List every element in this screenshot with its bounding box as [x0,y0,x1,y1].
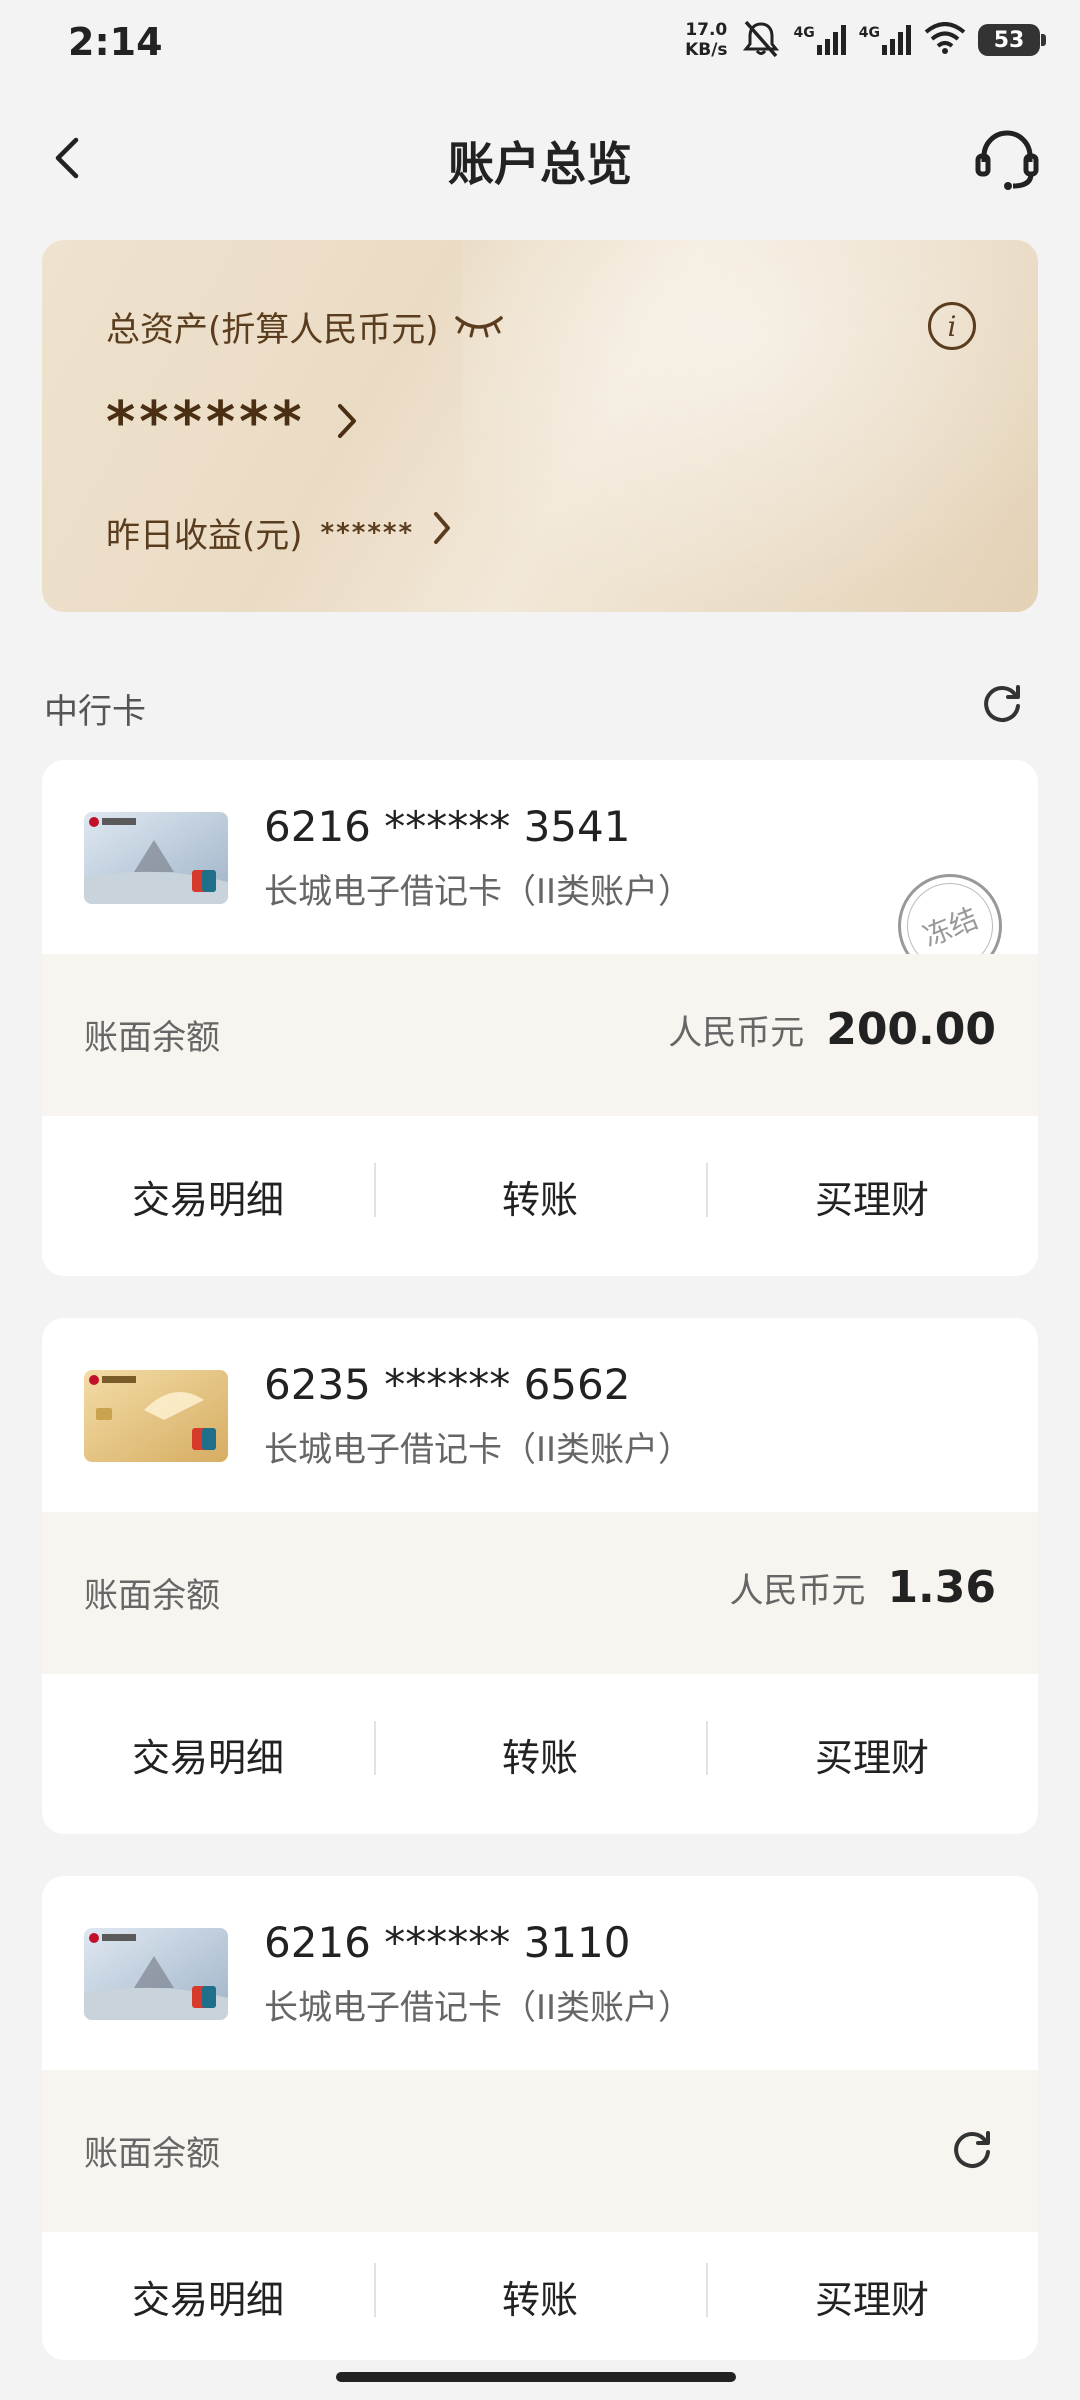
balance-label: 账面余额 [84,1018,220,1058]
account-card-header[interactable]: 6216 ****** 3110 长城电子借记卡（II类账户） [42,1876,1038,2070]
transfer-button[interactable]: 转账 [374,1720,706,1782]
refresh-icon [950,2131,994,2176]
account-card: 6216 ****** 3110 长城电子借记卡（II类账户） 账面余额 交易明… [42,1876,1038,2360]
transaction-details-button[interactable]: 交易明细 [42,2269,374,2324]
total-assets-label-row: 总资产(折算人民币元) [106,302,505,351]
card-type: 长城电子借记卡（II类账户） [264,872,693,912]
status-icons: 17.0 KB/s 4G 4G 53 [685,18,1046,62]
card-type: 长城电子借记卡（II类账户） [264,1988,693,2028]
total-assets-label: 总资产(折算人民币元) [106,310,439,350]
total-assets-card: 总资产(折算人民币元) i ****** 昨日收益(元) ****** [42,240,1038,612]
total-assets-value-row[interactable]: ****** [106,390,358,455]
headset-icon [974,126,1040,196]
customer-service-button[interactable] [972,126,1042,196]
eye-closed-icon[interactable] [453,307,505,347]
card-image [84,812,228,904]
yesterday-earnings-row[interactable]: 昨日收益(元) ****** [106,508,452,557]
card-actions: 交易明细 转账 买理财 [42,1116,1038,1276]
balance-row: 账面余额 [42,2070,1038,2232]
transaction-details-button[interactable]: 交易明细 [42,1169,374,1224]
account-card: 6235 ****** 6562 长城电子借记卡（II类账户） 账面余额 人民币… [42,1318,1038,1834]
transfer-button[interactable]: 转账 [374,2262,706,2324]
signal-1-icon: 4G [794,25,847,55]
wifi-icon [924,22,966,58]
transfer-button[interactable]: 转账 [374,1162,706,1224]
refresh-icon [980,685,1024,730]
card-number: 6216 ****** 3110 [264,1918,631,1967]
account-card: 6216 ****** 3541 长城电子借记卡（II类账户） 冻结 账面余额 … [42,760,1038,1276]
balance-amount: 1.36 [887,1562,996,1613]
info-button[interactable]: i [928,302,976,350]
top-nav: 账户总览 [0,110,1080,210]
card-actions: 交易明细 转账 买理财 [42,1674,1038,1834]
balance-label: 账面余额 [84,1576,220,1616]
total-assets-value: ****** [106,390,306,455]
chevron-right-icon [432,510,452,555]
account-card-header[interactable]: 6235 ****** 6562 长城电子借记卡（II类账户） [42,1318,1038,1512]
home-indicator[interactable] [336,2372,736,2382]
status-bar: 2:14 17.0 KB/s 4G 4G 53 [0,0,1080,92]
currency-label: 人民币元 [729,1571,866,1611]
card-type: 长城电子借记卡（II类账户） [264,1430,693,1470]
transaction-details-button[interactable]: 交易明细 [42,1727,374,1782]
buy-wealth-button[interactable]: 买理财 [706,1720,1038,1782]
card-number: 6216 ****** 3541 [264,802,631,851]
card-number: 6235 ****** 6562 [264,1360,631,1409]
chevron-right-icon [336,402,358,444]
network-speed: 17.0 KB/s [685,20,728,60]
refresh-button[interactable] [980,682,1024,726]
info-icon: i [947,309,957,343]
account-card-header[interactable]: 6216 ****** 3541 长城电子借记卡（II类账户） 冻结 [42,760,1038,994]
card-image [84,1928,228,2020]
mute-icon [740,18,782,62]
signal-2-icon: 4G [859,25,912,55]
balance-label: 账面余额 [84,2134,220,2174]
buy-wealth-button[interactable]: 买理财 [706,1162,1038,1224]
balance-row: 账面余额 人民币元 1.36 [42,1512,1038,1674]
buy-wealth-button[interactable]: 买理财 [706,2262,1038,2324]
balance-refresh-button[interactable] [950,2128,994,2172]
page-title: 账户总览 [448,137,632,191]
yesterday-earnings-label: 昨日收益(元) [106,516,303,556]
currency-label: 人民币元 [668,1013,805,1053]
section-title: 中行卡 [44,692,146,732]
status-time: 2:14 [68,20,163,64]
card-image [84,1370,228,1462]
yesterday-earnings-value: ****** [320,517,415,548]
card-actions: 交易明细 转账 买理财 [42,2232,1038,2360]
balance-amount: 200.00 [826,1004,996,1055]
balance-row: 账面余额 人民币元 200.00 [42,954,1038,1116]
battery-indicator: 53 [978,24,1046,56]
